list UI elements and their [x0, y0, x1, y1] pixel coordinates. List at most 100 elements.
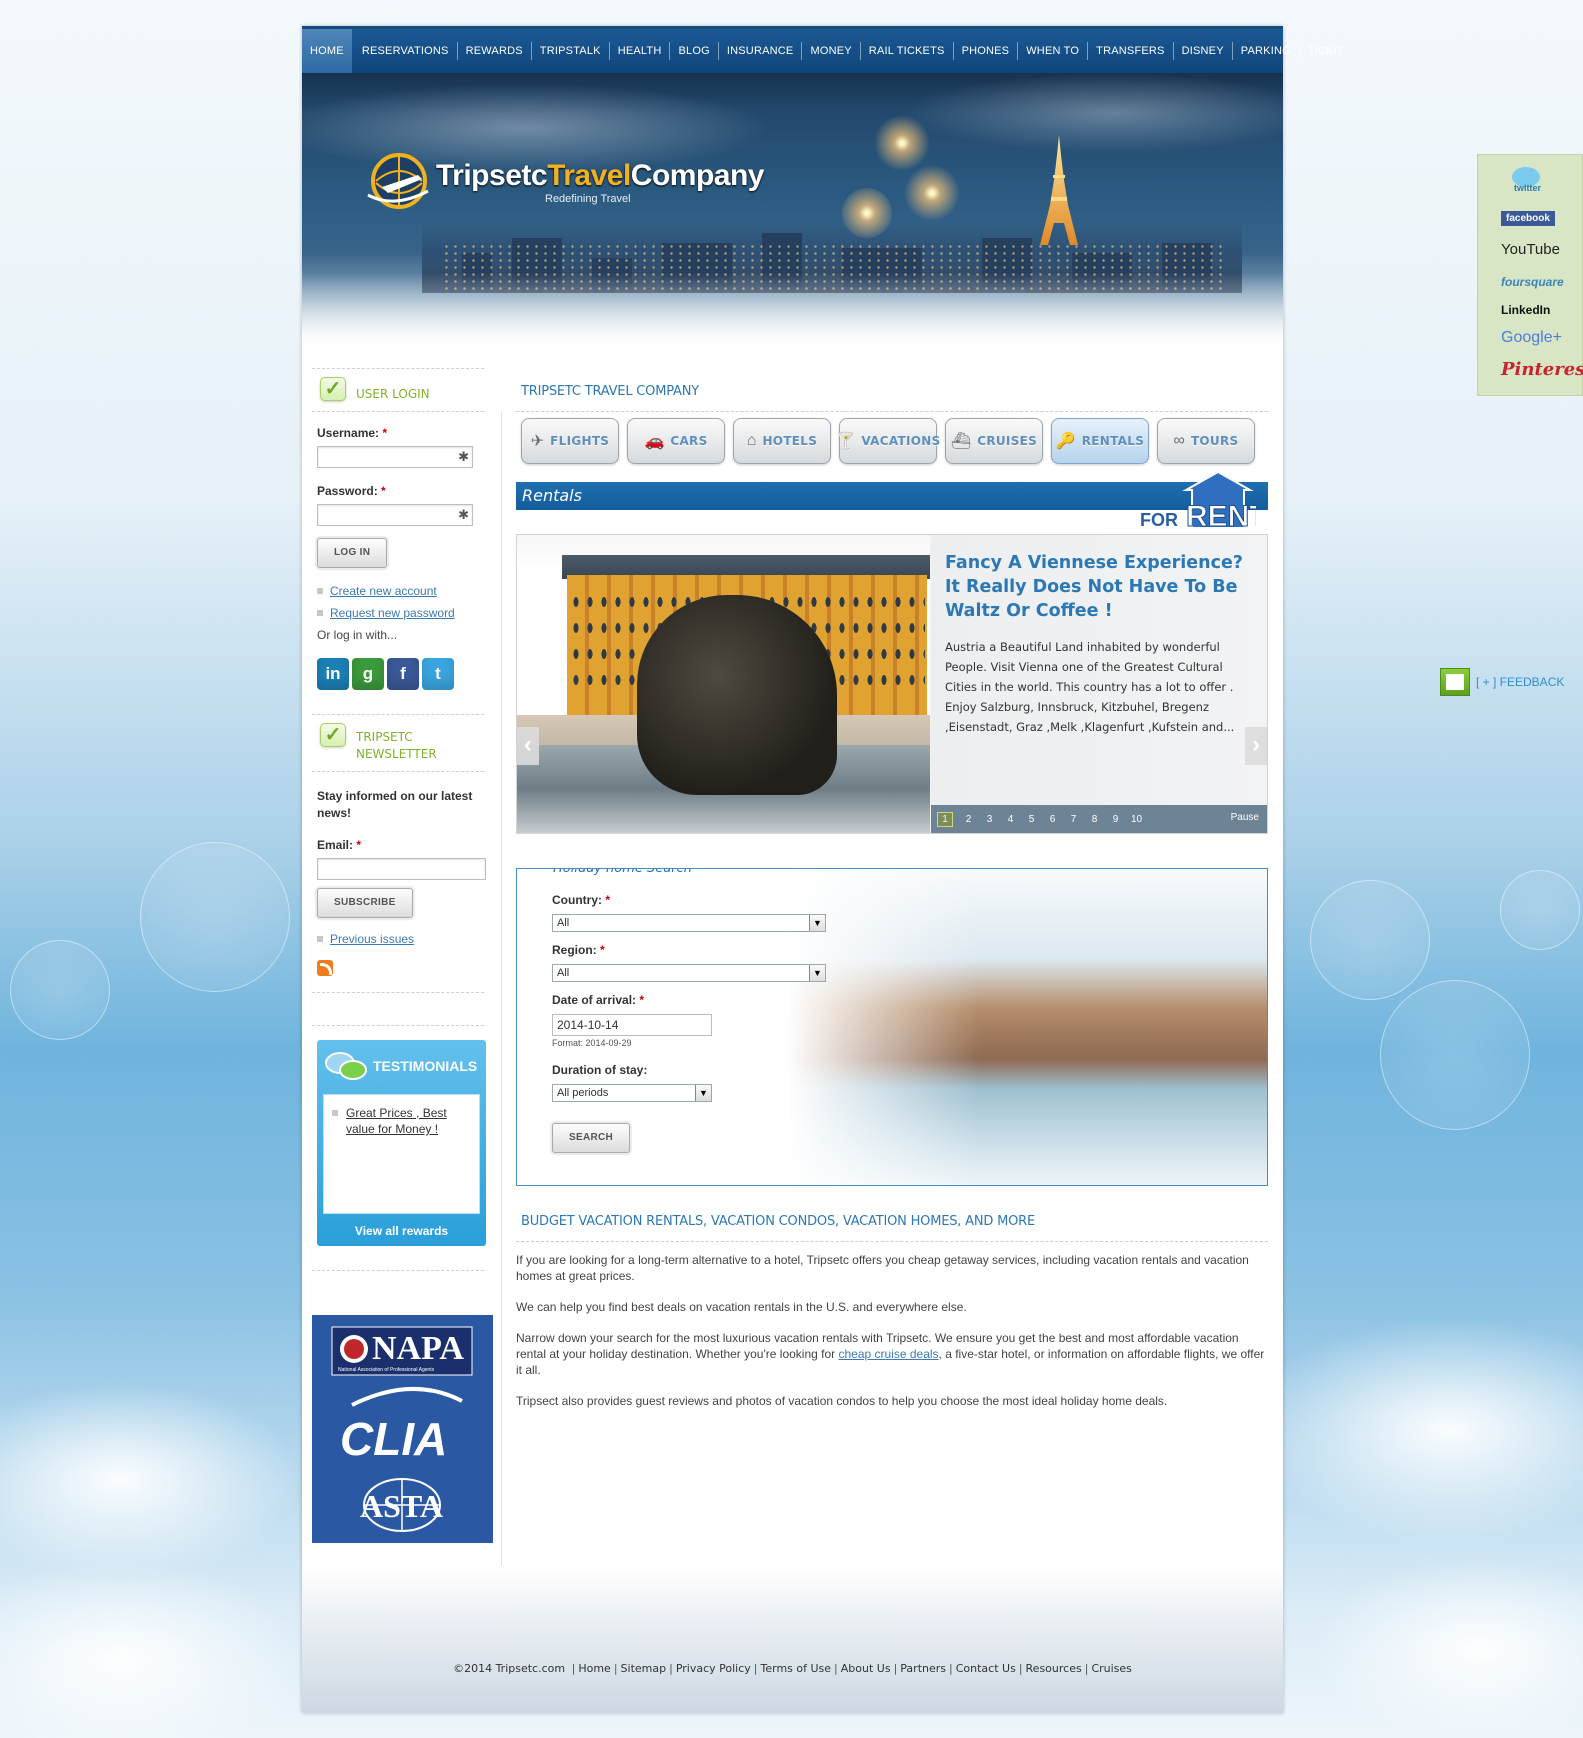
social-login-row: in g f t [317, 658, 484, 690]
rss-icon[interactable] [317, 960, 333, 976]
chevron-down-icon: ▼ [809, 915, 825, 931]
required-mark: * [382, 426, 388, 440]
footer-link-cruises[interactable]: Cruises [1091, 1662, 1131, 1675]
tab-cars[interactable]: 🚗 CARS [627, 418, 725, 464]
notepad-icon [1440, 668, 1470, 696]
description-p4: Tripsect also provides guest reviews and… [516, 1394, 1168, 1408]
logo-tripsetc: Tripsetc [436, 159, 548, 192]
slide-headline[interactable]: Fancy A Viennese Experience? It Really D… [945, 551, 1253, 623]
create-account-link[interactable]: Create new account [330, 584, 437, 598]
slider-next-button[interactable]: › [1245, 727, 1267, 765]
site-logo[interactable]: TripsetcTravelCompany [436, 159, 764, 193]
tab-hotels[interactable]: ⌂ HOTELS [733, 418, 831, 464]
username-input[interactable]: ✱ [317, 446, 473, 468]
slider-page-7[interactable]: 7 [1063, 814, 1084, 825]
tab-tours[interactable]: ∞ TOURS [1157, 418, 1255, 464]
footer-link-sitemap[interactable]: Sitemap [621, 1662, 667, 1675]
previous-issues-link[interactable]: Previous issues [330, 932, 414, 946]
slider-page-3[interactable]: 3 [979, 814, 1000, 825]
duration-select[interactable]: All periods ▼ [552, 1084, 712, 1102]
slider-pause-button[interactable]: Pause [1231, 812, 1259, 823]
tab-flights[interactable]: ✈ FLIGHTS [521, 418, 619, 464]
globe-logo-icon [367, 153, 429, 209]
login-button[interactable]: LOG IN [317, 538, 388, 568]
tab-vacations[interactable]: 🍸 VACATIONS [835, 418, 940, 464]
google-login-icon[interactable]: g [352, 658, 384, 690]
slide-caption: Fancy A Viennese Experience? It Really D… [931, 535, 1267, 805]
nav-item-disney[interactable]: DISNEY [1172, 42, 1232, 60]
nav-item-rewards[interactable]: REWARDS [456, 42, 531, 60]
slider-page-9[interactable]: 9 [1105, 814, 1126, 825]
main-content: TRIPSETC TRAVEL COMPANY ✈ FLIGHTS 🚗 CARS ⌂ HO… [516, 368, 1268, 1424]
footer-link-home[interactable]: Home [578, 1662, 610, 1675]
slider-page-1[interactable]: 1 [937, 811, 953, 827]
region-label: Region: * [552, 943, 826, 957]
background-bubble [1380, 980, 1530, 1130]
chevron-down-icon: ▼ [695, 1085, 711, 1101]
tab-rentals[interactable]: 🔑 RENTALS [1051, 418, 1149, 464]
slider-page-5[interactable]: 5 [1021, 814, 1042, 825]
footer-link-resources[interactable]: Resources [1026, 1662, 1082, 1675]
nav-item-parking[interactable]: PARKING [1231, 42, 1299, 60]
tab-cruises[interactable]: ⛴ CRUISES [945, 418, 1043, 464]
footer-link-terms-of-use[interactable]: Terms of Use [761, 1662, 832, 1675]
region-field: Region: * All ▼ [552, 943, 826, 982]
nav-item-tickit[interactable]: TICKIT [1298, 42, 1352, 60]
slider-page-2[interactable]: 2 [958, 814, 979, 825]
ship-icon: ⛴ [950, 433, 972, 450]
footer-link-partners[interactable]: Partners [900, 1662, 946, 1675]
footer-link-contact-us[interactable]: Contact Us [956, 1662, 1016, 1675]
footer-separator: | [571, 1662, 576, 1675]
for-rent-house-icon: FOR RENT [1140, 470, 1256, 532]
linkedin-login-icon[interactable]: in [317, 658, 349, 690]
email-field[interactable] [317, 858, 486, 880]
nav-item-home[interactable]: HOME [302, 29, 352, 73]
youtube-icon[interactable]: YouTube [1501, 241, 1560, 258]
house-icon: ⌂ [746, 432, 757, 449]
footer-link-about-us[interactable]: About Us [841, 1662, 891, 1675]
twitter-icon[interactable]: twitter [1506, 165, 1546, 196]
slider-page-4[interactable]: 4 [1000, 814, 1021, 825]
search-button[interactable]: SEARCH [552, 1123, 631, 1153]
nav-item-rail-tickets[interactable]: RAIL TICKETS [859, 42, 953, 60]
twitter-login-icon[interactable]: t [422, 658, 454, 690]
facebook-login-icon[interactable]: f [387, 658, 419, 690]
background-bubble [1500, 870, 1580, 950]
nav-item-tripstalk[interactable]: TRIPSTALK [530, 42, 609, 60]
cheap-cruise-deals-link[interactable]: cheap cruise deals [838, 1347, 938, 1361]
nav-item-money[interactable]: MONEY [801, 42, 859, 60]
subscribe-button[interactable]: SUBSCRIBE [317, 888, 413, 918]
nav-item-insurance[interactable]: INSURANCE [717, 42, 802, 60]
tab-label: TOURS [1190, 434, 1239, 448]
feedback-tab[interactable]: [ + ] FEEDBACK [1440, 668, 1564, 696]
arrival-date-input[interactable]: 2014-10-14 [552, 1014, 712, 1036]
header-banner: TripsetcTravelCompany Redefining Travel [302, 73, 1283, 363]
footer-link-privacy-policy[interactable]: Privacy Policy [676, 1662, 751, 1675]
divider [312, 992, 484, 993]
region-select[interactable]: All ▼ [552, 964, 826, 982]
slider-page-6[interactable]: 6 [1042, 814, 1063, 825]
linkedin-icon[interactable]: LinkedIn [1501, 303, 1550, 317]
slider-prev-button[interactable]: ‹ [517, 727, 539, 765]
testimonial-link[interactable]: Great Prices , Best value for Money ! [346, 1105, 471, 1137]
nav-item-when-to[interactable]: WHEN TO [1017, 42, 1087, 60]
nav-item-health[interactable]: HEALTH [608, 42, 670, 60]
nav-item-reservations[interactable]: RESERVATIONS [354, 42, 457, 60]
slider-page-8[interactable]: 8 [1084, 814, 1105, 825]
nav-item-phones[interactable]: PHONES [952, 42, 1018, 60]
assoc-napa-full: National Association of Professional Age… [338, 1367, 435, 1373]
country-select[interactable]: All ▼ [552, 914, 826, 932]
nav-item-blog[interactable]: BLOG [669, 42, 717, 60]
facebook-icon[interactable]: facebook [1501, 211, 1555, 226]
view-all-rewards-link[interactable]: View all rewards [317, 1224, 486, 1238]
google-plus-icon[interactable]: Google+ [1501, 329, 1562, 347]
page-container: HOME RESERVATIONS REWARDS TRIPSTALK HEALTH BL… [302, 26, 1344, 1713]
pinterest-icon[interactable]: Pinterest [1501, 359, 1583, 380]
slider-page-10[interactable]: 10 [1126, 814, 1147, 825]
testimonials-list: Great Prices , Best value for Money ! [323, 1094, 480, 1214]
nav-item-transfers[interactable]: TRANSFERS [1087, 42, 1172, 60]
foursquare-icon[interactable]: foursquare [1501, 275, 1564, 289]
password-input[interactable]: ✱ [317, 504, 473, 526]
request-password-link[interactable]: Request new password [330, 606, 455, 620]
speech-bubble-icon [325, 1050, 367, 1082]
